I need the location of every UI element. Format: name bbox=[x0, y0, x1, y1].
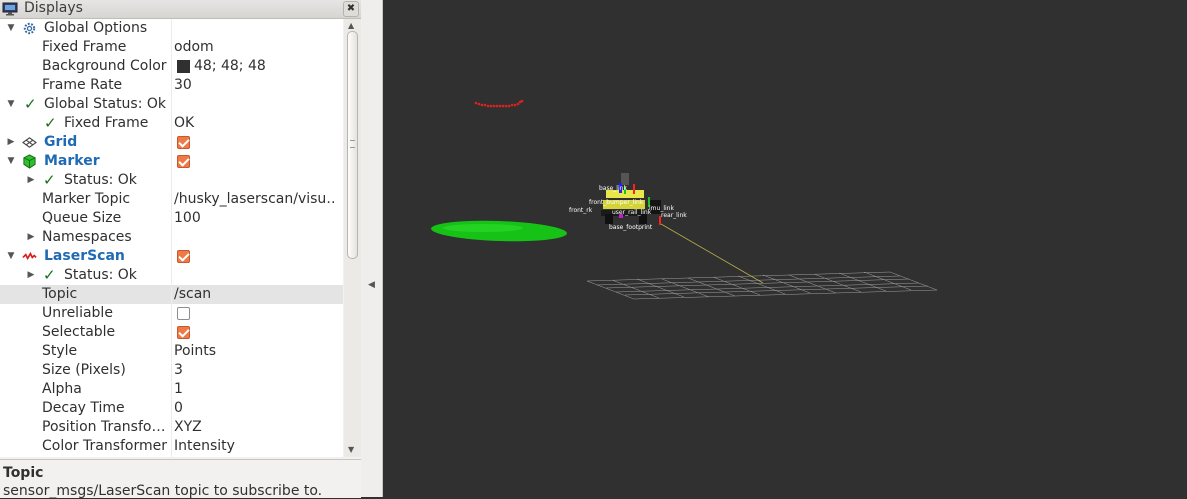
frame-rate-label: Frame Rate bbox=[42, 77, 123, 93]
topic-value[interactable]: /scan bbox=[174, 285, 336, 304]
frame-rate-value[interactable]: 30 bbox=[174, 76, 336, 95]
laserscan-label: LaserScan bbox=[44, 248, 125, 264]
help-title: Topic bbox=[3, 465, 44, 481]
collapsed-arrow-icon[interactable]: ▶ bbox=[6, 133, 16, 152]
svg-text:user_rail_link: user_rail_link bbox=[612, 209, 652, 216]
svg-text:imu_link: imu_link bbox=[649, 205, 674, 212]
marker-enabled-checkbox[interactable] bbox=[177, 155, 190, 168]
panel-splitter[interactable]: ◀ bbox=[361, 0, 383, 497]
marker-highlight bbox=[443, 224, 523, 232]
svg-text:front_rk: front_rk bbox=[569, 207, 593, 214]
decay-time-label: Decay Time bbox=[42, 400, 125, 416]
alpha-label: Alpha bbox=[42, 381, 82, 397]
svg-text:base_link: base_link bbox=[599, 185, 627, 192]
fixed-frame-label: Fixed Frame bbox=[42, 39, 127, 55]
displays-panel: Displays ✖ ▼ Global Options Fixed Frame … bbox=[0, 0, 361, 499]
color-transformer-value[interactable]: Intensity bbox=[174, 437, 336, 456]
expanded-arrow-icon[interactable]: ▼ bbox=[6, 19, 16, 38]
style-label: Style bbox=[42, 343, 78, 359]
marker-topic-label: Marker Topic bbox=[42, 191, 131, 207]
expanded-arrow-icon[interactable]: ▼ bbox=[6, 95, 16, 114]
unreliable-label: Unreliable bbox=[42, 305, 113, 321]
background-color-value[interactable]: 48; 48; 48 bbox=[194, 57, 343, 76]
size-value[interactable]: 3 bbox=[174, 361, 336, 380]
fixed-frame-value[interactable]: odom bbox=[174, 38, 336, 57]
unreliable-checkbox[interactable] bbox=[177, 307, 190, 320]
position-transformer-label: Position Transfo… bbox=[42, 419, 166, 435]
collapsed-arrow-icon[interactable]: ▶ bbox=[26, 228, 36, 247]
panel-title: Displays bbox=[24, 0, 83, 16]
vertical-scrollbar[interactable]: ▲ ▼ bbox=[344, 19, 361, 457]
svg-text:base_footprint: base_footprint bbox=[609, 224, 653, 231]
laser-scan-icon bbox=[22, 251, 37, 261]
checkmark-icon: ✓ bbox=[43, 266, 56, 284]
global-status-label: Global Status: Ok bbox=[44, 96, 167, 112]
position-transformer-value[interactable]: XYZ bbox=[174, 418, 336, 437]
3d-scene[interactable]: base_link front_bumper_link front_rk bas… bbox=[383, 0, 1187, 497]
grid-icon bbox=[22, 137, 37, 148]
queue-size-label: Queue Size bbox=[42, 210, 122, 226]
queue-size-value[interactable]: 100 bbox=[174, 209, 336, 228]
marker-topic-value[interactable]: /husky_laserscan/visu… bbox=[174, 190, 336, 209]
laserscan-status-label: Status: Ok bbox=[64, 267, 137, 283]
laserscan-enabled-checkbox[interactable] bbox=[177, 250, 190, 263]
color-swatch[interactable] bbox=[177, 60, 190, 73]
monitor-icon bbox=[2, 2, 18, 16]
status-fixed-frame-value: OK bbox=[174, 115, 195, 131]
marker-status-label: Status: Ok bbox=[64, 172, 137, 188]
panel-title-bar[interactable]: Displays ✖ bbox=[0, 0, 361, 19]
size-label: Size (Pixels) bbox=[42, 362, 126, 378]
namespaces-label: Namespaces bbox=[42, 229, 132, 245]
selectable-checkbox[interactable] bbox=[177, 326, 190, 339]
selectable-label: Selectable bbox=[42, 324, 116, 340]
grid-label: Grid bbox=[44, 134, 78, 150]
topic-label: Topic bbox=[42, 286, 78, 302]
gear-icon bbox=[23, 22, 36, 35]
collapse-arrow-icon[interactable]: ◀ bbox=[368, 280, 375, 290]
grip-icon bbox=[350, 140, 355, 148]
alpha-value[interactable]: 1 bbox=[174, 380, 336, 399]
close-icon[interactable]: ✖ bbox=[343, 1, 359, 17]
tf-link-line bbox=[660, 223, 764, 284]
status-fixed-frame-label: Fixed Frame bbox=[64, 115, 149, 131]
property-help-panel: Topic sensor_msgs/LaserScan topic to sub… bbox=[0, 459, 361, 499]
ground-grid bbox=[586, 271, 938, 300]
checkmark-icon: ✓ bbox=[44, 114, 57, 132]
svg-text:rear_link: rear_link bbox=[661, 212, 687, 219]
scroll-up-arrow-icon[interactable]: ▲ bbox=[348, 21, 354, 30]
render-viewport[interactable]: base_link front_bumper_link front_rk bas… bbox=[383, 0, 1187, 497]
background-color-label: Background Color bbox=[42, 58, 167, 74]
checkmark-icon: ✓ bbox=[24, 95, 37, 113]
scroll-down-arrow-icon[interactable]: ▼ bbox=[348, 445, 354, 454]
svg-text:front_bumper_link: front_bumper_link bbox=[589, 199, 644, 206]
laser-scan-points bbox=[474, 99, 524, 108]
color-transformer-label: Color Transformer bbox=[42, 438, 168, 454]
decay-time-value[interactable]: 0 bbox=[174, 399, 336, 418]
checkmark-icon: ✓ bbox=[43, 171, 56, 189]
style-value[interactable]: Points bbox=[174, 342, 336, 361]
grid-enabled-checkbox[interactable] bbox=[177, 136, 190, 149]
scrollbar-thumb[interactable] bbox=[347, 31, 358, 259]
column-divider[interactable] bbox=[171, 19, 172, 457]
collapsed-arrow-icon[interactable]: ▶ bbox=[26, 171, 36, 190]
marker-label: Marker bbox=[44, 153, 100, 169]
global-options-label: Global Options bbox=[44, 20, 148, 36]
collapsed-arrow-icon[interactable]: ▶ bbox=[26, 266, 36, 285]
expanded-arrow-icon[interactable]: ▼ bbox=[6, 247, 16, 266]
cube-icon bbox=[23, 154, 36, 169]
expanded-arrow-icon[interactable]: ▼ bbox=[6, 152, 16, 171]
